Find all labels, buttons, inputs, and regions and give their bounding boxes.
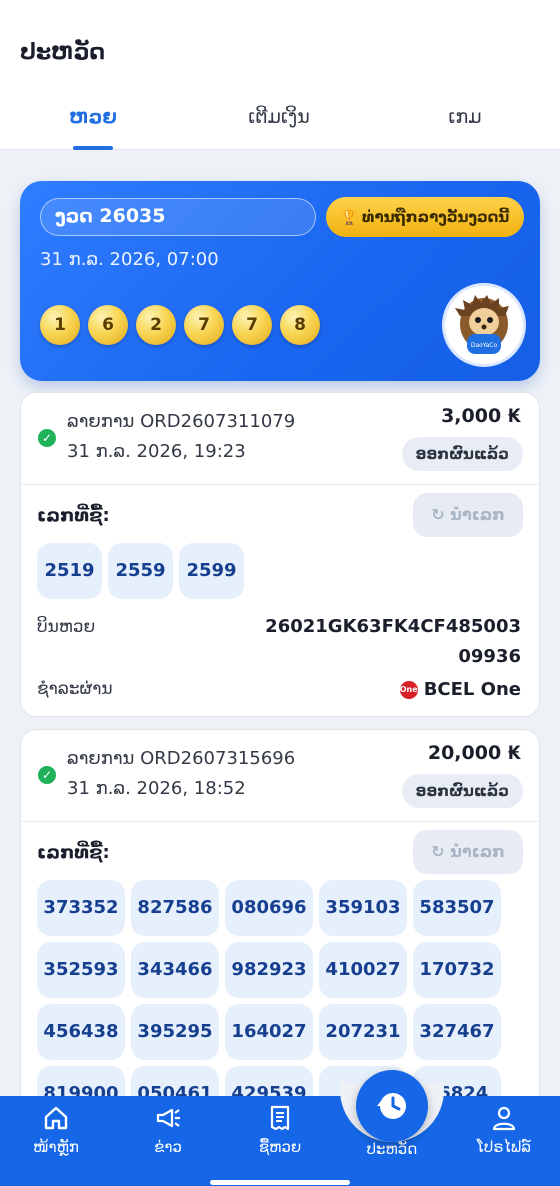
page-title: ປະຫວັດ	[20, 40, 106, 65]
check-circle-icon: ✓	[38, 429, 56, 447]
round-label: ງວດ 26035	[40, 198, 316, 236]
number-chip: 982923	[225, 942, 313, 998]
purchased-numbers: 2519 2559 2599	[37, 543, 244, 599]
tab-bar: ຫວຍ ເຕີມເງິນ ເກມ	[0, 100, 560, 150]
winners-button-label: ທ່ານຖືກລາງວັນງວດນີ້	[362, 208, 510, 226]
numbers-label: ເລກທີ່ຊື້:	[37, 505, 110, 526]
number-chip: 327467	[413, 1004, 501, 1060]
number-chip: 410027	[319, 942, 407, 998]
nav-profile[interactable]: ໂປຣໄຟລ໌	[448, 1096, 560, 1186]
nav-history-label: ປະຫວັດ	[366, 1140, 418, 1158]
number-chip: 343466	[131, 942, 219, 998]
order-card: ✓ ລາຍການ ORD2607315696 31 ກ.ລ. 2026, 18:…	[20, 729, 540, 1149]
history-fab-button[interactable]	[356, 1070, 428, 1142]
nav-home[interactable]: ໜ້າຫຼັກ	[0, 1096, 112, 1186]
bill-value: 26021GK63FK4CF485003 09936	[265, 612, 521, 672]
status-badge: ອອກຜົນແລ້ວ	[401, 437, 523, 471]
order-amount: 20,000 ₭	[427, 742, 521, 764]
number-chip: 583507	[413, 880, 501, 936]
refresh-icon: ↻	[431, 505, 445, 524]
order-card: ✓ ລາຍການ ORD2607311079 31 ກ.ລ. 2026, 19:…	[20, 392, 540, 717]
nav-news-label: ຂ່າວ	[154, 1138, 182, 1156]
latest-draw-card: ງວດ 26035 🏆 ທ່ານຖືກລາງວັນງວດນີ້ 31 ກ.ລ. 2…	[20, 181, 540, 381]
home-indicator	[210, 1180, 350, 1185]
order-header: ✓ ລາຍການ ORD2607315696 31 ກ.ລ. 2026, 18:…	[21, 730, 539, 822]
bill-value-line-2: 09936	[458, 646, 521, 667]
reuse-numbers-label: ນຳເລກ	[450, 505, 505, 524]
status-badge: ອອກຜົນແລ້ວ	[401, 774, 523, 808]
home-icon	[44, 1106, 68, 1130]
tab-games[interactable]: ເກມ	[372, 100, 558, 150]
mascot-shirt-text: DaoYaCo	[471, 342, 498, 349]
hedgehog-mascot-icon: DaoYaCo	[455, 295, 509, 354]
winning-ball: 6	[88, 305, 128, 345]
number-chip: 207231	[319, 1004, 407, 1060]
bcel-one-icon: One	[399, 681, 418, 699]
order-id: ລາຍການ ORD2607311079	[67, 411, 296, 432]
number-chip: 2519	[37, 543, 102, 599]
number-chip: 827586	[131, 880, 219, 936]
refresh-icon: ↻	[431, 842, 445, 861]
order-date: 31 ກ.ລ. 2026, 19:23	[67, 441, 246, 462]
trophy-icon: 🏆	[340, 210, 359, 226]
winning-ball: 1	[40, 305, 80, 345]
megaphone-icon	[156, 1108, 180, 1128]
payment-value: One BCEL One	[399, 675, 521, 705]
reuse-numbers-label: ນຳເລກ	[450, 842, 505, 861]
reuse-numbers-button[interactable]: ↻ ນຳເລກ	[413, 830, 523, 874]
reuse-numbers-button[interactable]: ↻ ນຳເລກ	[413, 493, 523, 537]
payment-label: ຊຳລະຜ່ານ	[37, 679, 113, 699]
bottom-nav: ໜ້າຫຼັກ ຂ່າວ ຊື້ຫວຍ ປະຫວັດ ໂປຣໄຟລ໌	[0, 1096, 560, 1186]
top-bar: ປະຫວັດ ຫວຍ ເຕີມເງິນ ເກມ	[0, 0, 560, 150]
winning-balls: 1 6 2 7 7 8	[40, 305, 320, 345]
check-circle-icon: ✓	[38, 766, 56, 784]
receipt-icon	[270, 1105, 290, 1131]
payment-method: BCEL One	[423, 679, 521, 700]
number-chip: 2599	[179, 543, 244, 599]
nav-home-label: ໜ້າຫຼັກ	[33, 1138, 79, 1156]
mascot-avatar: DaoYaCo	[442, 283, 526, 367]
order-id: ລາຍການ ORD2607315696	[67, 748, 296, 769]
bill-value-line-1: 26021GK63FK4CF485003	[265, 616, 521, 637]
winning-ball: 7	[184, 305, 224, 345]
draw-date: 31 ກ.ລ. 2026, 07:00	[40, 249, 219, 270]
number-chip: 395295	[131, 1004, 219, 1060]
number-chip: 456438	[37, 1004, 125, 1060]
nav-buy-lottery[interactable]: ຊື້ຫວຍ	[224, 1096, 336, 1186]
winning-ball: 8	[280, 305, 320, 345]
order-header: ✓ ລາຍການ ORD2607311079 31 ກ.ລ. 2026, 19:…	[21, 393, 539, 485]
number-chip: 373352	[37, 880, 125, 936]
number-chip: 170732	[413, 942, 501, 998]
order-date: 31 ກ.ລ. 2026, 18:52	[67, 778, 246, 799]
tab-topup[interactable]: ເຕີມເງິນ	[186, 100, 372, 150]
number-chip: 080696	[225, 880, 313, 936]
bill-label: ບິນຫວຍ	[37, 617, 96, 637]
tab-lottery[interactable]: ຫວຍ	[0, 100, 186, 150]
nav-profile-label: ໂປຣໄຟລ໌	[477, 1138, 531, 1156]
number-chip: 2559	[108, 543, 173, 599]
winning-ball: 2	[136, 305, 176, 345]
profile-icon	[492, 1106, 516, 1131]
winners-button[interactable]: 🏆 ທ່ານຖືກລາງວັນງວດນີ້	[326, 197, 524, 237]
order-amount: 3,000 ₭	[441, 405, 521, 427]
history-icon	[377, 1093, 406, 1119]
number-chip: 164027	[225, 1004, 313, 1060]
nav-news[interactable]: ຂ່າວ	[112, 1096, 224, 1186]
numbers-label: ເລກທີ່ຊື້:	[37, 842, 110, 863]
purchased-numbers: 373352 827586 080696 359103 583507 35259…	[37, 880, 517, 1122]
number-chip: 352593	[37, 942, 125, 998]
number-chip: 359103	[319, 880, 407, 936]
nav-buy-lottery-label: ຊື້ຫວຍ	[258, 1138, 302, 1156]
winning-ball: 7	[232, 305, 272, 345]
